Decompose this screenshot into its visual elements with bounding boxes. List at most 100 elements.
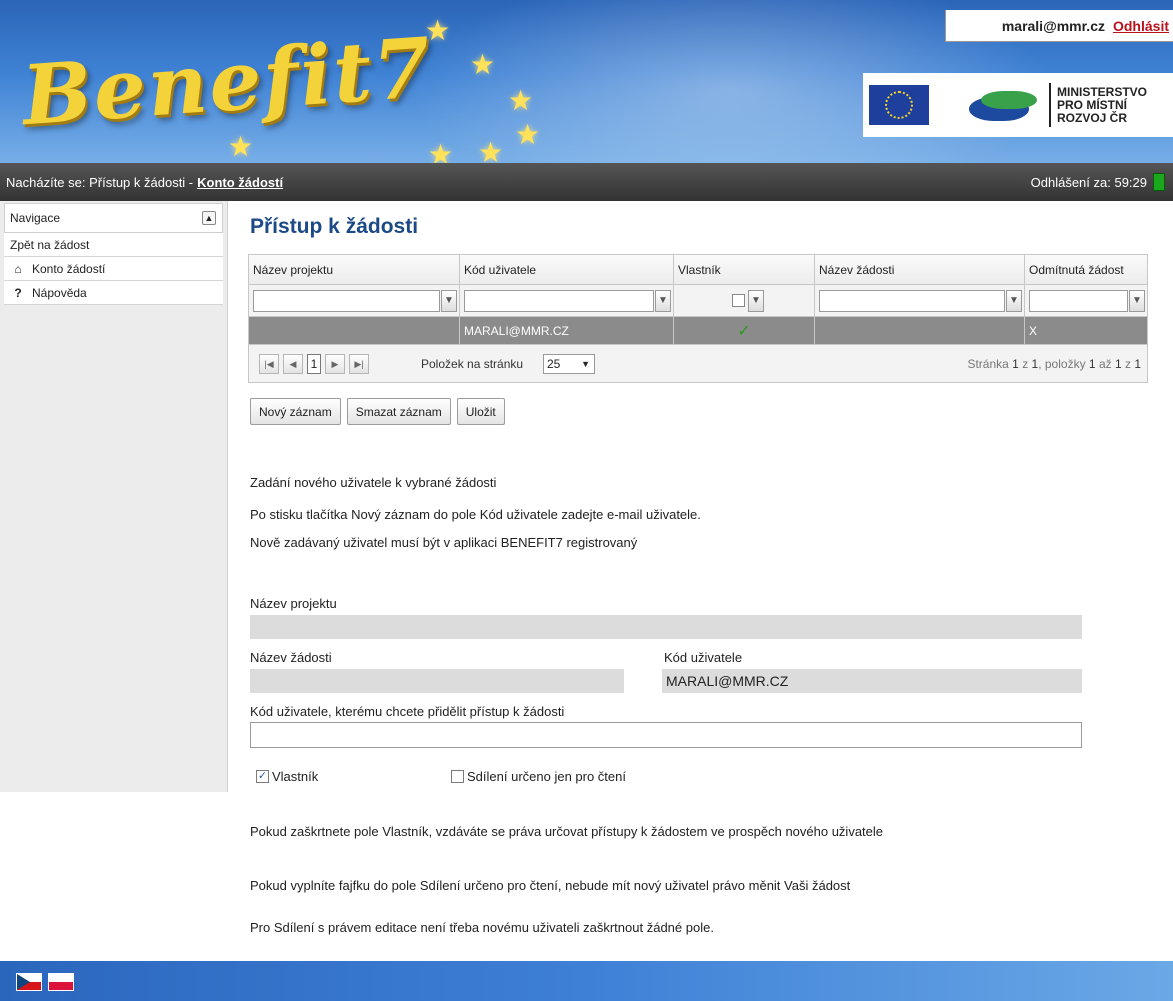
filter-input[interactable]	[819, 289, 1005, 312]
star-icon: ★	[428, 139, 454, 163]
cell-kod-uzivatele: MARALI@MMR.CZ	[460, 317, 674, 344]
column-header[interactable]: Název projektu	[249, 255, 460, 284]
filter-input[interactable]	[464, 289, 654, 312]
filter-cell: ▼	[674, 285, 815, 316]
app-logo: Benefit7	[19, 19, 436, 145]
filter-cell: ▼	[460, 285, 674, 316]
main-content: Přístup k žádosti Název projektu Kód uži…	[248, 201, 1158, 792]
pager-info-num: 1	[1012, 357, 1019, 371]
access-grid: Název projektu Kód uživatele Vlastník Ná…	[248, 254, 1148, 383]
star-icon: ★	[478, 137, 504, 163]
kod-uzivatele-label: Kód uživatele	[664, 650, 743, 665]
filter-cell: ▼	[1025, 285, 1147, 316]
star-icon: ★	[425, 15, 451, 46]
per-page-label: Položek na stránku	[421, 357, 524, 371]
last-page-icon[interactable]: ▶|	[349, 354, 369, 374]
star-icon: ★	[508, 85, 534, 116]
logout-link[interactable]: Odhlásit	[1113, 18, 1169, 34]
nazev-projektu-label: Název projektu	[250, 596, 337, 611]
prev-page-icon[interactable]: ◀	[283, 354, 303, 374]
sidebar-item-back[interactable]: Zpět na žádost	[4, 233, 223, 257]
info-line: Nově zadávaný uživatel musí být v aplika…	[250, 535, 638, 550]
breadcrumb-prefix: Nacházíte se: Přístup k žádosti -	[6, 174, 194, 190]
home-icon: ⌂	[14, 261, 22, 276]
star-icon: ★	[515, 119, 541, 150]
nav-header: Navigace ▲	[4, 203, 223, 233]
star-icon: ★	[228, 131, 254, 162]
table-row[interactable]: MARALI@MMR.CZ ✓ X	[249, 317, 1147, 344]
nav-title: Navigace	[10, 211, 61, 225]
cell-nazev-zadosti	[815, 317, 1025, 344]
pager-info-text: , položky	[1038, 357, 1089, 371]
delete-record-button[interactable]: Smazat záznam	[346, 398, 451, 425]
sidebar-item-help[interactable]: ? Nápověda	[4, 281, 223, 305]
save-button[interactable]: Uložit	[456, 398, 505, 425]
footer-bar	[0, 961, 1173, 1001]
ministry-line3: ROZVOJ ČR	[1057, 110, 1128, 125]
grant-access-input[interactable]	[250, 722, 1082, 748]
pager-info-text: z	[1121, 357, 1135, 371]
filter-input[interactable]	[1029, 289, 1128, 312]
page-number[interactable]: 1	[307, 354, 321, 374]
info-heading: Zadání nového uživatele k vybrané žádost…	[250, 475, 497, 490]
ministry-name: MINISTERSTVO PRO MÍSTNÍ ROZVOJ ČR	[1057, 84, 1148, 125]
column-header[interactable]: Odmítnutá žádost	[1025, 255, 1147, 284]
breadcrumb: Nacházíte se: Přístup k žádosti - Konto …	[0, 163, 1173, 201]
eu-flag-icon	[869, 85, 929, 125]
grid-header: Název projektu Kód uživatele Vlastník Ná…	[249, 255, 1147, 285]
filter-icon[interactable]: ▼	[655, 289, 671, 312]
session-indicator	[1153, 173, 1165, 191]
readonly-label: Sdílení určeno jen pro čtení	[467, 769, 626, 784]
cz-flag-icon[interactable]	[16, 973, 42, 991]
filter-checkbox[interactable]	[732, 294, 745, 307]
readonly-checkbox[interactable]: Sdílení určeno jen pro čtení	[451, 769, 626, 784]
partner-logos: MINISTERSTVO PRO MÍSTNÍ ROZVOJ ČR	[863, 73, 1173, 137]
per-page-value: 25	[547, 357, 561, 371]
grid-filter-row: ▼ ▼ ▼ ▼ ▼	[249, 285, 1147, 317]
grid-pager: |◀ ◀ 1 ▶ ▶| Položek na stránku 25 ▼ Strán…	[249, 344, 1147, 382]
logout-timer: Odhlášení za: 59:29	[1030, 175, 1147, 190]
note-text: Pro Sdílení s právem editace není třeba …	[250, 920, 714, 935]
pl-flag-icon[interactable]	[48, 973, 74, 991]
chevron-down-icon: ▼	[581, 359, 590, 369]
column-header[interactable]: Název žádosti	[815, 255, 1025, 284]
cell-odmitnuta: X	[1029, 323, 1038, 338]
sidebar-item-label: Konto žádostí	[32, 261, 106, 276]
breadcrumb-link-konto[interactable]: Konto žádostí	[197, 175, 283, 190]
per-page-select[interactable]: 25 ▼	[543, 354, 595, 374]
column-header[interactable]: Vlastník	[674, 255, 815, 284]
column-header[interactable]: Kód uživatele	[460, 255, 674, 284]
sidebar-item-konto[interactable]: ⌂ Konto žádostí	[4, 257, 223, 281]
logo-divider	[1049, 83, 1051, 127]
grant-access-label: Kód uživatele, kterému chcete přidělit p…	[250, 704, 565, 719]
filter-input[interactable]	[253, 289, 440, 312]
pager-info-num: 1	[1088, 357, 1096, 371]
new-record-button[interactable]: Nový záznam	[250, 398, 341, 425]
next-page-icon[interactable]: ▶	[325, 354, 345, 374]
action-buttons: Nový záznam Smazat záznam Uložit	[250, 398, 505, 425]
checkbox-checked-icon: ✓	[256, 770, 269, 783]
filter-icon[interactable]: ▼	[748, 289, 764, 312]
sidebar-item-label: Nápověda	[32, 285, 87, 300]
first-page-icon[interactable]: |◀	[259, 354, 279, 374]
filter-icon[interactable]: ▼	[441, 289, 457, 312]
pager-info-num: 1	[1134, 357, 1141, 371]
ministry-line2: PRO MÍSTNÍ	[1057, 97, 1128, 112]
ministry-line1: MINISTERSTVO	[1057, 84, 1148, 99]
pager-info-num: 1	[1114, 357, 1122, 371]
kod-uzivatele-field: MARALI@MMR.CZ	[662, 669, 1082, 693]
vlastnik-checkbox[interactable]: ✓ Vlastník	[256, 769, 318, 784]
collapse-icon[interactable]: ▲	[202, 211, 216, 225]
cell-vlastnik: ✓	[674, 317, 815, 344]
note-text: Pokud vyplníte fajfku do pole Sdílení ur…	[250, 878, 851, 893]
sidebar: Navigace ▲ Zpět na žádost ⌂ Konto žádost…	[0, 201, 228, 792]
filter-cell: ▼	[815, 285, 1025, 316]
user-panel: marali@mmr.cz Odhlásit	[945, 10, 1173, 42]
help-icon: ?	[14, 285, 22, 300]
sidebar-item-label: Zpět na žádost	[10, 237, 90, 252]
filter-icon[interactable]: ▼	[1006, 289, 1022, 312]
filter-cell: ▼	[249, 285, 460, 316]
nazev-projektu-field	[250, 615, 1082, 639]
filter-icon[interactable]: ▼	[1129, 289, 1145, 312]
page-title: Přístup k žádosti	[250, 215, 419, 238]
